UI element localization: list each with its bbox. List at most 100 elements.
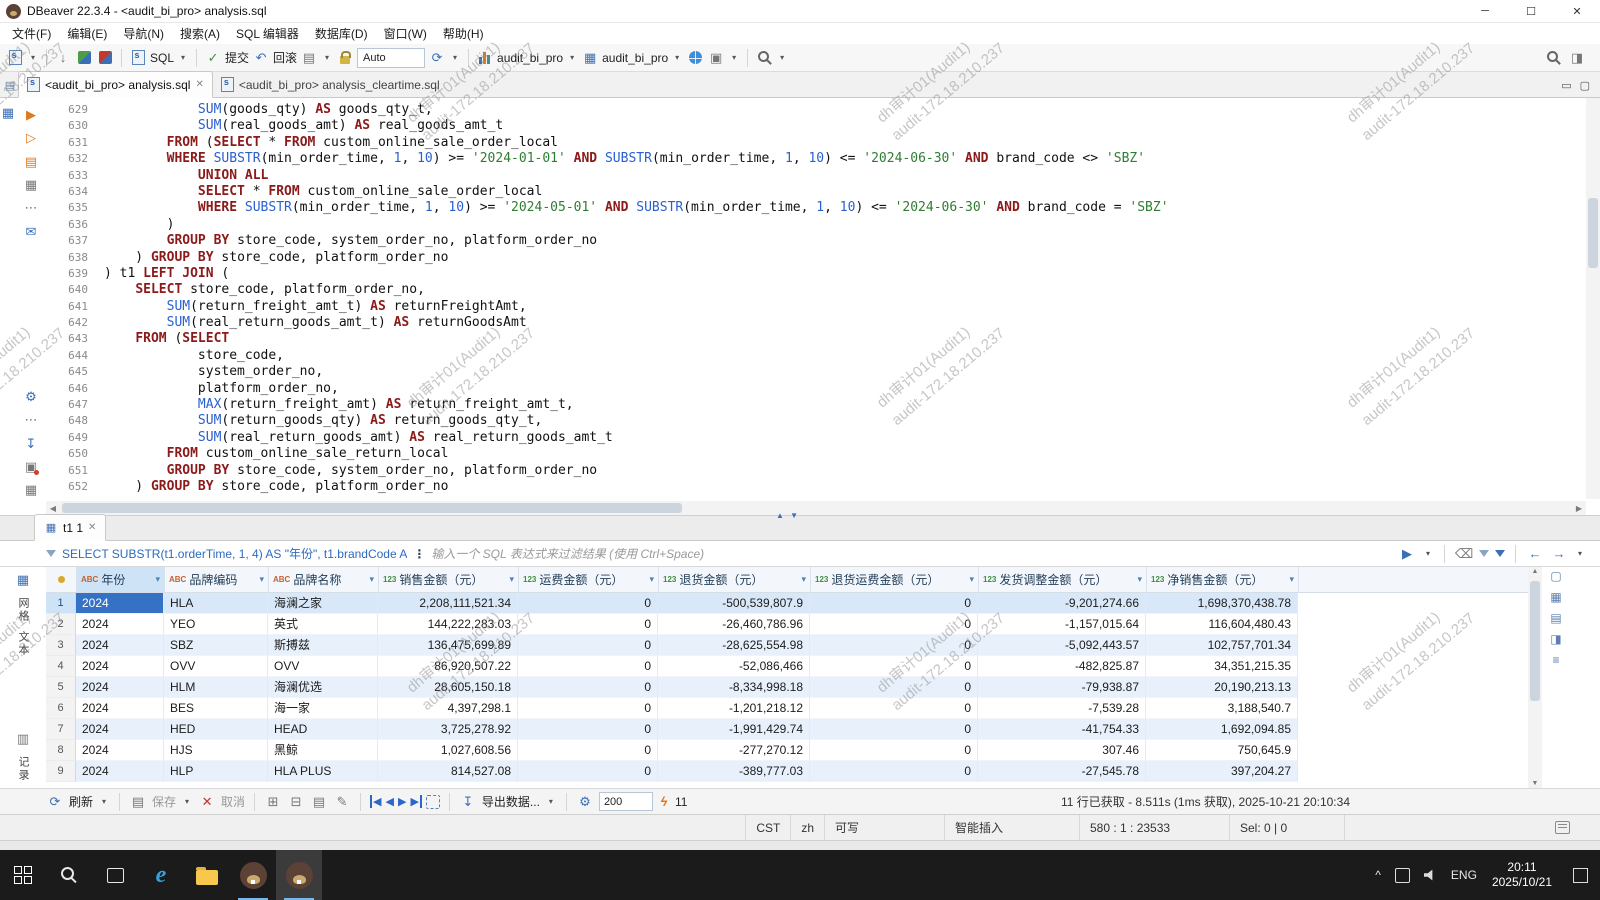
grid-cell[interactable]: HLA PLUS [268, 761, 378, 782]
grid-cell[interactable]: 海一家 [268, 698, 378, 719]
panel-references-icon[interactable]: ◨ [1550, 632, 1561, 646]
grid-cell[interactable]: 0 [518, 761, 658, 782]
grid-cell[interactable]: -1,201,218.12 [658, 698, 810, 719]
caret-position-indicator[interactable]: 580 : 1 : 23533 [1079, 815, 1229, 840]
tab-analysis-sql[interactable]: <audit_bi_pro> analysis.sql ✕ [18, 71, 213, 98]
menu-item[interactable]: 数据库(D) [307, 25, 376, 42]
code-line[interactable]: SUM(real_goods_amt) AS real_goods_amt_t [104, 118, 1584, 134]
grid-cell[interactable]: 2024 [76, 614, 164, 635]
grid-cell[interactable]: 0 [810, 698, 978, 719]
maximize-button[interactable]: ☐ [1508, 0, 1554, 22]
last-row-icon[interactable]: ▶ [410, 795, 422, 808]
code-line[interactable]: WHERE SUBSTR(min_order_time, 1, 10) >= '… [104, 200, 1584, 216]
new-sql-editor-dropdown[interactable]: ▾ [27, 49, 39, 67]
sql-editor[interactable]: ▦ ▶ ▷ ▤ ▦ ⋯ ✉ ⚙ ⋯ ↧ ▣ ▦ 629 630 631 632 633 6… [0, 98, 1600, 515]
file-explorer-icon[interactable] [184, 850, 230, 900]
grid-cell[interactable]: -9,201,274.66 [978, 593, 1146, 614]
calculator-panel-icon[interactable]: ▦ [22, 482, 40, 499]
record-mode-label[interactable]: 记录 [15, 756, 31, 782]
grid-cell[interactable]: 2,208,111,521.34 [378, 593, 518, 614]
result-tab-t1[interactable]: ▦ t1 1 ✕ [34, 514, 107, 541]
filter-history-dropdown[interactable]: ▾ [1422, 545, 1434, 563]
transaction-log-icon[interactable]: ⟳ [428, 49, 446, 67]
grid-cell[interactable]: 0 [518, 635, 658, 656]
row-number[interactable]: 8 [46, 740, 76, 761]
column-filter-arrow[interactable]: ▾ [1137, 574, 1142, 585]
grid-cell[interactable]: -5,092,443.57 [978, 635, 1146, 656]
column-filter-arrow[interactable]: ▾ [155, 574, 160, 585]
dbeaver-taskbar-icon-1[interactable] [230, 850, 276, 900]
row-number[interactable]: 2 [46, 614, 76, 635]
network-icon[interactable] [686, 49, 704, 67]
prev-row-icon[interactable]: ◀ [386, 795, 394, 808]
menu-item[interactable]: 帮助(H) [435, 25, 492, 42]
side-tab-grid[interactable]: 网格 [15, 597, 31, 623]
grid-cell[interactable]: 英式 [268, 614, 378, 635]
load-sql-script-icon[interactable]: ↓ [54, 49, 72, 67]
grid-cell[interactable]: -27,545.78 [978, 761, 1146, 782]
edit-cell-icon[interactable]: ✎ [333, 793, 351, 811]
code-line[interactable]: ) GROUP BY store_code, platform_order_no [104, 479, 1584, 495]
grid-cell[interactable]: -8,334,998.18 [658, 677, 810, 698]
column-header[interactable]: 123 发货调整金额（元） ▾ [979, 567, 1147, 592]
grid-cell[interactable]: 1,027,608.56 [378, 740, 518, 761]
restore-navigator-panel-icon[interactable]: ▤ [2, 79, 18, 92]
grid-cell[interactable]: -389,777.03 [658, 761, 810, 782]
code-line[interactable]: SUM(return_freight_amt_t) AS returnFreig… [104, 299, 1584, 315]
grid-vertical-scrollbar[interactable]: ▲ ▼ [1528, 567, 1542, 788]
code-line[interactable]: ) GROUP BY store_code, platform_order_no [104, 250, 1584, 266]
grid-cell[interactable]: 0 [810, 761, 978, 782]
commit-mode-select[interactable]: Auto [357, 47, 426, 68]
refresh-dropdown[interactable]: ▾ [98, 793, 110, 811]
tray-expand-icon[interactable]: ^ [1368, 850, 1388, 900]
column-header[interactable]: 123 退货金额（元） ▾ [659, 567, 811, 592]
grid-cell[interactable]: HEAD [268, 719, 378, 740]
database-navigator-mini-icon[interactable]: ▦ [0, 104, 17, 122]
grid-cell[interactable]: 116,604,480.43 [1146, 614, 1298, 635]
sql-dialect-label[interactable]: SQL [150, 51, 174, 65]
fetch-size-input[interactable]: 200 [598, 792, 653, 811]
grid-cell[interactable]: 1,698,370,438.78 [1146, 593, 1298, 614]
grid-cell[interactable]: 2024 [76, 719, 164, 740]
grid-cell[interactable]: 海澜之家 [268, 593, 378, 614]
save-dropdown[interactable]: ▾ [181, 793, 193, 811]
export-dropdown[interactable]: ▾ [545, 793, 557, 811]
menu-item[interactable]: 编辑(E) [59, 25, 115, 42]
code-line[interactable]: SUM(return_goods_qty) AS return_goods_qt… [104, 413, 1584, 429]
result-settings-gear-icon[interactable]: ⚙ [576, 793, 594, 811]
code-line[interactable]: FROM (SELECT [104, 331, 1584, 347]
grid-cell[interactable]: -277,270.12 [658, 740, 810, 761]
refresh-button[interactable]: 刷新 [69, 793, 93, 810]
grid-cell[interactable]: 28,605,150.18 [378, 677, 518, 698]
grid-cell[interactable]: 0 [518, 656, 658, 677]
grid-cell[interactable]: 斯搏兹 [268, 635, 378, 656]
commit-icon[interactable]: ✓ [204, 49, 222, 67]
menu-item[interactable]: 窗口(W) [376, 25, 435, 42]
grid-cell[interactable]: 海澜优选 [268, 677, 378, 698]
transaction-mode-dropdown[interactable]: ▾ [321, 49, 333, 67]
code-line[interactable]: MAX(return_freight_amt) AS return_freigh… [104, 397, 1584, 413]
grid-cell[interactable]: 814,527.08 [378, 761, 518, 782]
scroll-left-icon[interactable]: ◀ [46, 504, 60, 513]
volume-icon[interactable] [1417, 850, 1444, 900]
grid-cell[interactable]: 144,222,283.03 [378, 614, 518, 635]
execute-sql-statement-icon[interactable]: ▶ [22, 106, 40, 123]
column-header[interactable]: ABC 品牌名称 ▾ [269, 567, 379, 592]
grid-cell[interactable]: BES [164, 698, 268, 719]
code-line[interactable]: GROUP BY store_code, system_order_no, pl… [104, 463, 1584, 479]
database-connection-dropdown[interactable]: ▾ [566, 49, 578, 67]
database-schema-select[interactable]: audit_bi_pro [602, 51, 668, 65]
nav-forward-icon[interactable]: → [1550, 545, 1568, 563]
splitter-collapse-icons[interactable]: ▲ ▼ [776, 511, 800, 520]
cancel-button[interactable]: 取消 [221, 793, 245, 810]
grid-cell[interactable]: -1,991,429.74 [658, 719, 810, 740]
grid-cell[interactable]: 2024 [76, 635, 164, 656]
new-sql-editor-icon[interactable] [6, 49, 24, 67]
sql-dialect-dropdown[interactable]: ▾ [177, 49, 189, 67]
grid-view-icon[interactable]: ▦ [14, 571, 32, 589]
commit-button[interactable]: 提交 [225, 49, 249, 66]
grid-cell[interactable]: HLP [164, 761, 268, 782]
code-line[interactable]: SUM(real_return_goods_amt) AS real_retur… [104, 430, 1584, 446]
search-icon[interactable] [755, 49, 773, 67]
row-number[interactable]: 5 [46, 677, 76, 698]
